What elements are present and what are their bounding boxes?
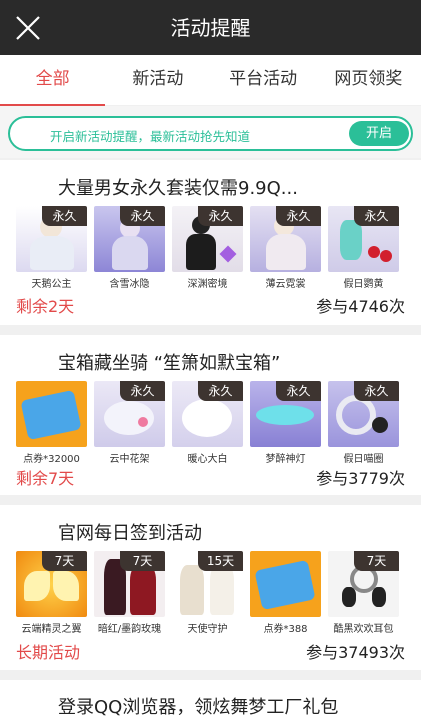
reward-item[interactable]: 永久 天鹅公主 xyxy=(16,206,87,290)
page-title: 活动提醒 xyxy=(170,16,251,40)
duration-badge: 永久 xyxy=(120,381,165,401)
duration-badge: 永久 xyxy=(198,206,243,226)
reward-item[interactable]: 永久 假日鹦黄 xyxy=(328,206,399,290)
activity-card[interactable]: 登录QQ浏览器，领炫舞梦工厂礼包 xyxy=(0,680,421,720)
item-image: 永久 xyxy=(328,206,399,272)
notice-area: 开启新活动提醒，最新活动抢先知道 开启 xyxy=(0,106,421,158)
item-name: 假日鹦黄 xyxy=(343,279,384,290)
activity-card[interactable]: 大量男女永久套装仅需9.9Q... 永久 天鹅公主 永久 含雪冰隐 永久 深渊密… xyxy=(0,160,421,325)
reward-item[interactable]: 7天 云端精灵之翼 xyxy=(16,551,87,635)
activity-card[interactable]: 宝箱藏坐骑 “笙箫如默宝箱” 点券*32000 永久 云中花架 永久 暖心大白 xyxy=(0,335,421,495)
tab-bar: 全部 新活动 平台活动 网页领奖 xyxy=(0,55,421,107)
notice-banner: 开启新活动提醒，最新活动抢先知道 开启 xyxy=(8,116,413,151)
item-name: 天使守护 xyxy=(187,624,228,635)
item-image xyxy=(250,551,321,617)
item-image: 15天 xyxy=(172,551,243,617)
item-name: 梦醉神灯 xyxy=(265,454,306,465)
item-name: 深渊密境 xyxy=(187,279,228,290)
participant-count: 参与3779次 xyxy=(316,469,405,488)
item-image: 7天 xyxy=(16,551,87,617)
item-image: 永久 xyxy=(172,381,243,447)
item-name: 假日喵圈 xyxy=(343,454,384,465)
remaining-time: 长期活动 xyxy=(16,643,81,662)
activity-title: 登录QQ浏览器，领炫舞梦工厂礼包 xyxy=(58,697,339,718)
activity-title: 大量男女永久套装仅需9.9Q... xyxy=(58,178,298,199)
reward-item[interactable]: 7天 酷黑欢欢耳包 xyxy=(328,551,399,635)
item-name: 含雪冰隐 xyxy=(109,279,150,290)
item-name: 点券*388 xyxy=(263,624,308,635)
item-image: 永久 xyxy=(172,206,243,272)
item-image: 永久 xyxy=(328,381,399,447)
reward-item[interactable]: 永久 梦醉神灯 xyxy=(250,381,321,465)
duration-badge: 7天 xyxy=(42,551,87,571)
activity-card[interactable]: 官网每日签到活动 7天 云端精灵之翼 7天 暗红/墨韵玫瑰 15天 天使守护 点… xyxy=(0,505,421,670)
duration-badge: 永久 xyxy=(198,381,243,401)
item-name: 薄云霓裳 xyxy=(265,279,306,290)
item-image: 永久 xyxy=(94,381,165,447)
duration-badge: 7天 xyxy=(354,551,399,571)
item-image: 永久 xyxy=(94,206,165,272)
top-bar: 活动提醒 xyxy=(0,0,421,55)
item-name: 暖心大白 xyxy=(187,454,228,465)
duration-badge: 永久 xyxy=(354,381,399,401)
item-name: 天鹅公主 xyxy=(31,279,72,290)
reward-item[interactable]: 永久 假日喵圈 xyxy=(328,381,399,465)
tab-platform[interactable]: 平台活动 xyxy=(211,55,316,105)
duration-badge: 永久 xyxy=(120,206,165,226)
duration-badge: 永久 xyxy=(276,381,321,401)
reward-item[interactable]: 15天 天使守护 xyxy=(172,551,243,635)
reward-item[interactable]: 点券*388 xyxy=(250,551,321,635)
item-name: 酷黑欢欢耳包 xyxy=(333,624,394,635)
item-name: 云中花架 xyxy=(109,454,150,465)
duration-badge: 永久 xyxy=(276,206,321,226)
activity-title: 官网每日签到活动 xyxy=(58,523,202,544)
reward-item[interactable]: 7天 暗红/墨韵玫瑰 xyxy=(94,551,165,635)
divider xyxy=(0,325,421,335)
item-image: 永久 xyxy=(16,206,87,272)
item-name: 暗红/墨韵玫瑰 xyxy=(97,624,162,635)
remaining-time: 剩余7天 xyxy=(16,469,75,488)
enable-notice-button[interactable]: 开启 xyxy=(349,121,409,146)
remaining-time: 剩余2天 xyxy=(16,297,75,316)
divider xyxy=(0,670,421,680)
notice-text: 开启新活动提醒，最新活动抢先知道 xyxy=(50,129,251,144)
item-name: 点券*32000 xyxy=(23,454,80,465)
item-image: 7天 xyxy=(328,551,399,617)
tab-web-reward[interactable]: 网页领奖 xyxy=(316,55,421,105)
duration-badge: 15天 xyxy=(198,551,243,571)
duration-badge: 永久 xyxy=(42,206,87,226)
item-image: 永久 xyxy=(250,381,321,447)
reward-item[interactable]: 点券*32000 xyxy=(16,381,87,465)
item-image xyxy=(16,381,87,447)
duration-badge: 7天 xyxy=(120,551,165,571)
divider xyxy=(0,495,421,505)
reward-item[interactable]: 永久 薄云霓裳 xyxy=(250,206,321,290)
tab-new[interactable]: 新活动 xyxy=(105,55,210,105)
item-image: 7天 xyxy=(94,551,165,617)
reward-item[interactable]: 永久 云中花架 xyxy=(94,381,165,465)
item-image: 永久 xyxy=(250,206,321,272)
tab-all[interactable]: 全部 xyxy=(0,55,106,107)
duration-badge: 永久 xyxy=(354,206,399,226)
participant-count: 参与4746次 xyxy=(316,297,405,316)
reward-item[interactable]: 永久 深渊密境 xyxy=(172,206,243,290)
item-name: 云端精灵之翼 xyxy=(21,624,82,635)
reward-item[interactable]: 永久 含雪冰隐 xyxy=(94,206,165,290)
participant-count: 参与37493次 xyxy=(306,643,405,662)
activity-title: 宝箱藏坐骑 “笙箫如默宝箱” xyxy=(58,353,281,374)
reward-item[interactable]: 永久 暖心大白 xyxy=(172,381,243,465)
